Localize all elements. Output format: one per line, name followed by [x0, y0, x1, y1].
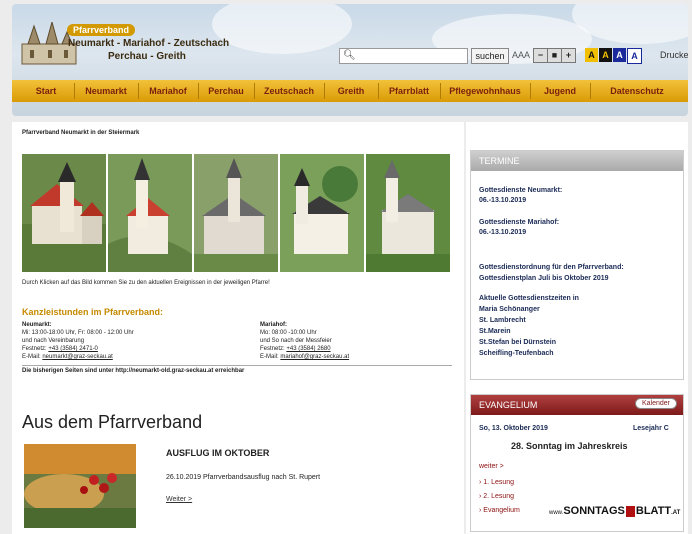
termine-header: TERMINE	[471, 151, 683, 171]
contrast-blue-button[interactable]: A	[613, 48, 626, 62]
office-hours-title: Kanzleistunden im Pfarrverband:	[22, 307, 164, 317]
neumarkt-phone-link[interactable]: +43 (3584) 2471-0	[48, 346, 98, 352]
print-link[interactable]: Drucken	[660, 50, 688, 60]
font-reset-button[interactable]: ■	[547, 48, 562, 63]
termine-item-2-date[interactable]: 06.-13.10.2019	[479, 229, 526, 236]
lesung-2-link[interactable]: › 2. Lesung	[479, 493, 514, 500]
search-button[interactable]: suchen	[471, 48, 509, 64]
neumarkt-name: Neumarkt:	[22, 322, 52, 328]
neumarkt-hours: Mi: 13:00-18:00 Uhr, Fr: 08:00 - 12:00 U…	[22, 330, 134, 336]
sidebar: TERMINE Gottesdienste Neumarkt: 06.-13.1…	[466, 122, 688, 534]
evangelium-sunday: 28. Sonntag im Jahreskreis	[511, 441, 628, 451]
main-content: Pfarrverband Neumarkt in der Steiermark	[12, 122, 464, 534]
contrast-dark-button[interactable]: A	[599, 48, 612, 62]
evangelium-title: EVANGELIUM	[479, 400, 538, 410]
search-icon: 🔍︎	[343, 50, 356, 61]
mariahof-hours: Mo: 08:00 -10:00 Uhr	[260, 330, 317, 336]
mariahof-email: E-Mail: mariahof@graz-seckau.at	[260, 354, 349, 360]
nav-mariahof[interactable]: Mariahof	[140, 80, 196, 102]
mariahof-phone-link[interactable]: +43 (3584) 2680	[286, 346, 330, 352]
photo-mariahof[interactable]	[108, 154, 192, 272]
evangelium-year: Lesejahr C	[633, 425, 669, 432]
neumarkt-extra: und nach Vereinbarung	[22, 338, 85, 344]
place-3[interactable]: St.Marein	[479, 328, 511, 335]
nav-zeutschach[interactable]: Zeutschach	[256, 80, 322, 102]
main-nav: Start Neumarkt Mariahof Perchau Zeutscha…	[12, 80, 688, 102]
mariahof-extra: und So nach der Messfeier	[260, 338, 332, 344]
nav-datenschutz[interactable]: Datenschutz	[592, 80, 682, 102]
neumarkt-phone-label: Festnetz:	[22, 346, 47, 352]
evangelium-date: So, 13. Oktober 2019	[479, 425, 548, 432]
nav-pfarrblatt[interactable]: Pfarrblatt	[380, 80, 438, 102]
neumarkt-email-label: E-Mail:	[22, 354, 41, 360]
place-4[interactable]: St.Stefan bei Dürnstein	[479, 339, 556, 346]
contrast-yellow-button[interactable]: A	[585, 48, 598, 62]
termine-item-1-label[interactable]: Gottesdienste Neumarkt:	[479, 187, 562, 194]
current-title: Aktuelle Gottesdienstzeiten in	[479, 295, 579, 302]
nav-perchau[interactable]: Perchau	[200, 80, 252, 102]
font-increase-button[interactable]: +	[561, 48, 576, 63]
evangelium-more-link[interactable]: weiter >	[479, 463, 504, 470]
font-size-label: AAA	[512, 50, 531, 60]
logo-title-line1[interactable]: Neumarkt - Mariahof - Zeutschach	[68, 38, 229, 49]
divider	[22, 365, 452, 366]
place-5[interactable]: Scheifling-Teufenbach	[479, 350, 554, 357]
neumarkt-email: E-Mail: neumarkt@graz-seckau.at	[22, 354, 113, 360]
lesung-1-link[interactable]: › 1. Lesung	[479, 479, 514, 486]
logo-title-line2[interactable]: Perchau - Greith	[108, 51, 186, 62]
mariahof-email-link[interactable]: mariahof@graz-seckau.at	[280, 354, 349, 360]
nav-greith[interactable]: Greith	[326, 80, 376, 102]
sonntagsblatt-logo[interactable]: www.SONNTAGS BLATT.AT	[549, 505, 680, 517]
neumarkt-email-link[interactable]: neumarkt@graz-seckau.at	[42, 354, 112, 360]
section-title: Aus dem Pfarrverband	[22, 412, 203, 432]
mariahof-email-label: E-Mail:	[260, 354, 279, 360]
termine-item-2-label[interactable]: Gottesdienste Mariahof:	[479, 219, 559, 226]
nav-start[interactable]: Start	[20, 80, 72, 102]
plan-title[interactable]: Gottesdienstordnung für den Pfarrverband…	[479, 264, 624, 271]
place-2[interactable]: St. Lambrecht	[479, 317, 526, 324]
logo-badge[interactable]: Pfarrverband	[67, 24, 136, 36]
intro-text: Pfarrverband Neumarkt in der Steiermark	[22, 130, 140, 136]
mariahof-phone: Festnetz: +43 (3584) 2680	[260, 346, 331, 352]
site-header: Pfarrverband Neumarkt - Mariahof - Zeuts…	[12, 4, 688, 116]
neumarkt-phone: Festnetz: +43 (3584) 2471-0	[22, 346, 98, 352]
nav-jugend[interactable]: Jugend	[532, 80, 588, 102]
kalender-button[interactable]: Kalender	[634, 398, 677, 409]
mariahof-phone-label: Festnetz:	[260, 346, 285, 352]
font-decrease-button[interactable]: −	[533, 48, 548, 63]
old-pages-note[interactable]: Die bisherigen Seiten sind unter http://…	[22, 368, 244, 374]
nav-pflegewohnhaus[interactable]: Pflegewohnhaus	[442, 80, 528, 102]
article-image[interactable]	[24, 444, 136, 528]
plan-sub[interactable]: Gottesdienstplan Juli bis Oktober 2019	[479, 275, 609, 282]
evangelium-link[interactable]: › Evangelium	[479, 507, 520, 514]
place-1[interactable]: Maria Schönanger	[479, 306, 540, 313]
termine-box: TERMINE Gottesdienste Neumarkt: 06.-13.1…	[470, 150, 684, 380]
termine-item-1-date[interactable]: 06.-13.10.2019	[479, 197, 526, 204]
photo-perchau[interactable]	[194, 154, 278, 272]
photo-zeutschach[interactable]	[280, 154, 364, 272]
nav-neumarkt[interactable]: Neumarkt	[76, 80, 136, 102]
evangelium-header: EVANGELIUM Kalender	[471, 395, 683, 415]
contrast-white-button[interactable]: A	[627, 48, 642, 64]
article-text: 26.10.2019 Pfarrverbandsausflug nach St.…	[166, 474, 321, 481]
termine-title: TERMINE	[479, 156, 520, 166]
photo-caption: Durch Klicken auf das Bild kommen Sie zu…	[22, 280, 270, 286]
photo-neumarkt[interactable]	[22, 154, 106, 272]
search-input[interactable]: 🔍︎	[339, 48, 468, 64]
mariahof-name: Mariahof:	[260, 322, 287, 328]
article-title[interactable]: AUSFLUG IM OKTOBER	[166, 448, 269, 458]
article-more-link[interactable]: Weiter >	[166, 496, 192, 503]
photo-greith[interactable]	[366, 154, 450, 272]
evangelium-box: EVANGELIUM Kalender So, 13. Oktober 2019…	[470, 394, 684, 532]
